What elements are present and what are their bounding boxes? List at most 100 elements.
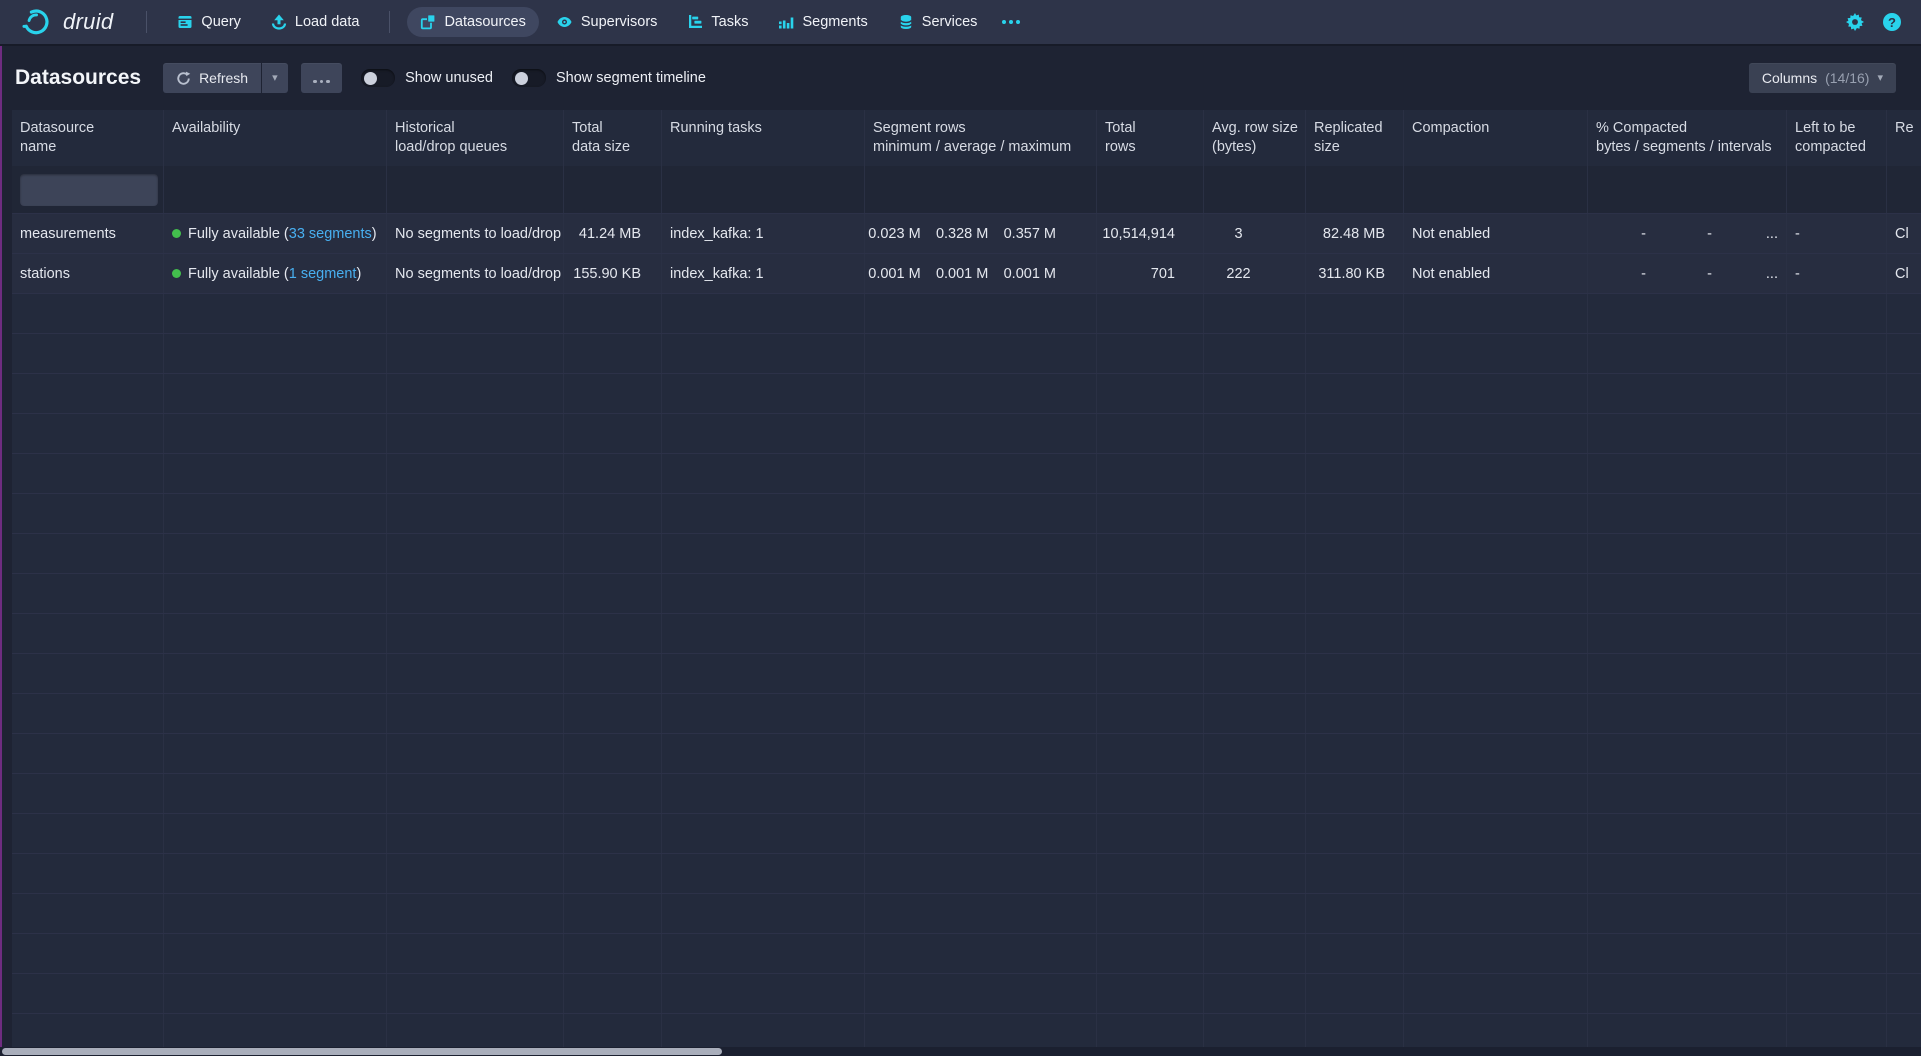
- columns-count: (14/16): [1825, 70, 1869, 86]
- empty-cell: [1204, 854, 1306, 893]
- empty-cell: [1306, 894, 1404, 933]
- empty-cell: [12, 534, 164, 573]
- empty-cell: [1787, 454, 1887, 493]
- druid-brand[interactable]: druid: [22, 7, 113, 37]
- column-header-replicated-size[interactable]: Replicated size: [1306, 110, 1404, 166]
- empty-cell: [387, 414, 564, 453]
- nav-item-segments[interactable]: Segments: [765, 7, 880, 37]
- empty-cell: [12, 734, 164, 773]
- refresh-interval-button[interactable]: ▾: [262, 63, 288, 93]
- empty-cell: [1204, 734, 1306, 773]
- empty-row: [12, 774, 1921, 814]
- empty-cell: [1404, 494, 1588, 533]
- help-icon[interactable]: ?: [1883, 13, 1901, 31]
- empty-cell: [1588, 934, 1787, 973]
- nav-item-query[interactable]: Query: [164, 7, 254, 37]
- empty-cell: [1204, 974, 1306, 1013]
- empty-row: [12, 334, 1921, 374]
- empty-cell: [662, 374, 865, 413]
- nav-more-icon[interactable]: [992, 12, 1030, 32]
- empty-cell: [1404, 654, 1588, 693]
- empty-cell: [387, 494, 564, 533]
- chevron-down-icon: ▾: [272, 73, 278, 84]
- column-header-total-data-size[interactable]: Total data size: [564, 110, 662, 166]
- column-header-running-tasks[interactable]: Running tasks: [662, 110, 865, 166]
- column-header-left-to-be-compacted[interactable]: Left to be compacted: [1787, 110, 1887, 166]
- cell-pct-compacted: --...: [1588, 254, 1787, 293]
- refresh-button-group: Refresh ▾: [163, 63, 288, 93]
- nav-item-tasks[interactable]: Tasks: [674, 7, 761, 37]
- filter-cell: [662, 166, 865, 213]
- empty-cell: [1787, 694, 1887, 733]
- column-header-retention[interactable]: Re: [1887, 110, 1921, 166]
- show-segment-timeline-switch[interactable]: Show segment timeline: [512, 69, 706, 87]
- empty-cell: [387, 574, 564, 613]
- empty-cell: [1306, 614, 1404, 653]
- empty-cell: [387, 734, 564, 773]
- empty-cell: [12, 294, 164, 333]
- column-header-historical-queues[interactable]: Historical load/drop queues: [387, 110, 564, 166]
- nav-item-datasources[interactable]: Datasources: [407, 7, 538, 37]
- empty-cell: [1097, 694, 1204, 733]
- column-header-datasource-name[interactable]: Datasource name: [12, 110, 164, 166]
- empty-cell: [164, 734, 387, 773]
- empty-cell: [865, 774, 1097, 813]
- empty-cell: [1887, 334, 1921, 373]
- nav-item-supervisors[interactable]: Supervisors: [543, 7, 671, 37]
- empty-cell: [1404, 334, 1588, 373]
- empty-cell: [164, 934, 387, 973]
- empty-row: [12, 534, 1921, 574]
- table-row[interactable]: stations Fully available (1 segment) No …: [12, 254, 1921, 294]
- empty-cell: [865, 574, 1097, 613]
- empty-cell: [1887, 534, 1921, 573]
- segments-icon: [778, 14, 794, 30]
- empty-cell: [1097, 294, 1204, 333]
- datasources-table: Datasource name Availability Historical …: [12, 110, 1921, 1054]
- columns-button[interactable]: Columns (14/16) ▾: [1749, 63, 1896, 93]
- empty-cell: [1404, 974, 1588, 1013]
- refresh-button[interactable]: Refresh: [163, 63, 261, 93]
- empty-cell: [1887, 814, 1921, 853]
- empty-cell: [1887, 614, 1921, 653]
- empty-cell: [564, 574, 662, 613]
- empty-cell: [1787, 654, 1887, 693]
- datasource-filter-input[interactable]: [20, 174, 158, 206]
- empty-cell: [1787, 814, 1887, 853]
- filter-cell: [564, 166, 662, 213]
- empty-cell: [164, 454, 387, 493]
- more-actions-button[interactable]: [301, 63, 343, 93]
- column-header-compaction[interactable]: Compaction: [1404, 110, 1588, 166]
- empty-cell: [387, 814, 564, 853]
- empty-cell: [662, 494, 865, 533]
- empty-cell: [387, 454, 564, 493]
- empty-cell: [1404, 774, 1588, 813]
- empty-cell: [1887, 454, 1921, 493]
- empty-cell: [564, 814, 662, 853]
- cell-segment-rows: 0.001 M0.001 M0.001 M: [865, 254, 1097, 293]
- empty-cell: [662, 294, 865, 333]
- column-header-total-rows[interactable]: Total rows: [1097, 110, 1204, 166]
- horizontal-scrollbar-thumb[interactable]: [2, 1048, 722, 1055]
- nav-item-load-data[interactable]: Load data: [258, 7, 373, 37]
- nav-divider: [146, 11, 147, 33]
- empty-cell: [865, 814, 1097, 853]
- column-header-segment-rows[interactable]: Segment rows minimum / average / maximum: [865, 110, 1097, 166]
- column-header-avg-row-size[interactable]: Avg. row size (bytes): [1204, 110, 1306, 166]
- column-header-availability[interactable]: Availability: [164, 110, 387, 166]
- segments-link[interactable]: 33 segments: [289, 226, 372, 242]
- column-header-pct-compacted[interactable]: % Compacted bytes / segments / intervals: [1588, 110, 1787, 166]
- empty-cell: [1306, 814, 1404, 853]
- segments-link[interactable]: 1 segment: [289, 266, 357, 282]
- empty-rows-area: [12, 294, 1921, 1054]
- empty-row: [12, 454, 1921, 494]
- empty-row: [12, 494, 1921, 534]
- filter-cell: [164, 166, 387, 213]
- empty-cell: [662, 574, 865, 613]
- table-row[interactable]: measurements Fully available (33 segment…: [12, 214, 1921, 254]
- settings-icon[interactable]: [1846, 13, 1864, 31]
- empty-cell: [1588, 734, 1787, 773]
- show-unused-switch[interactable]: Show unused: [361, 69, 493, 87]
- nav-item-services[interactable]: Services: [885, 7, 991, 37]
- empty-cell: [1887, 294, 1921, 333]
- empty-cell: [1306, 774, 1404, 813]
